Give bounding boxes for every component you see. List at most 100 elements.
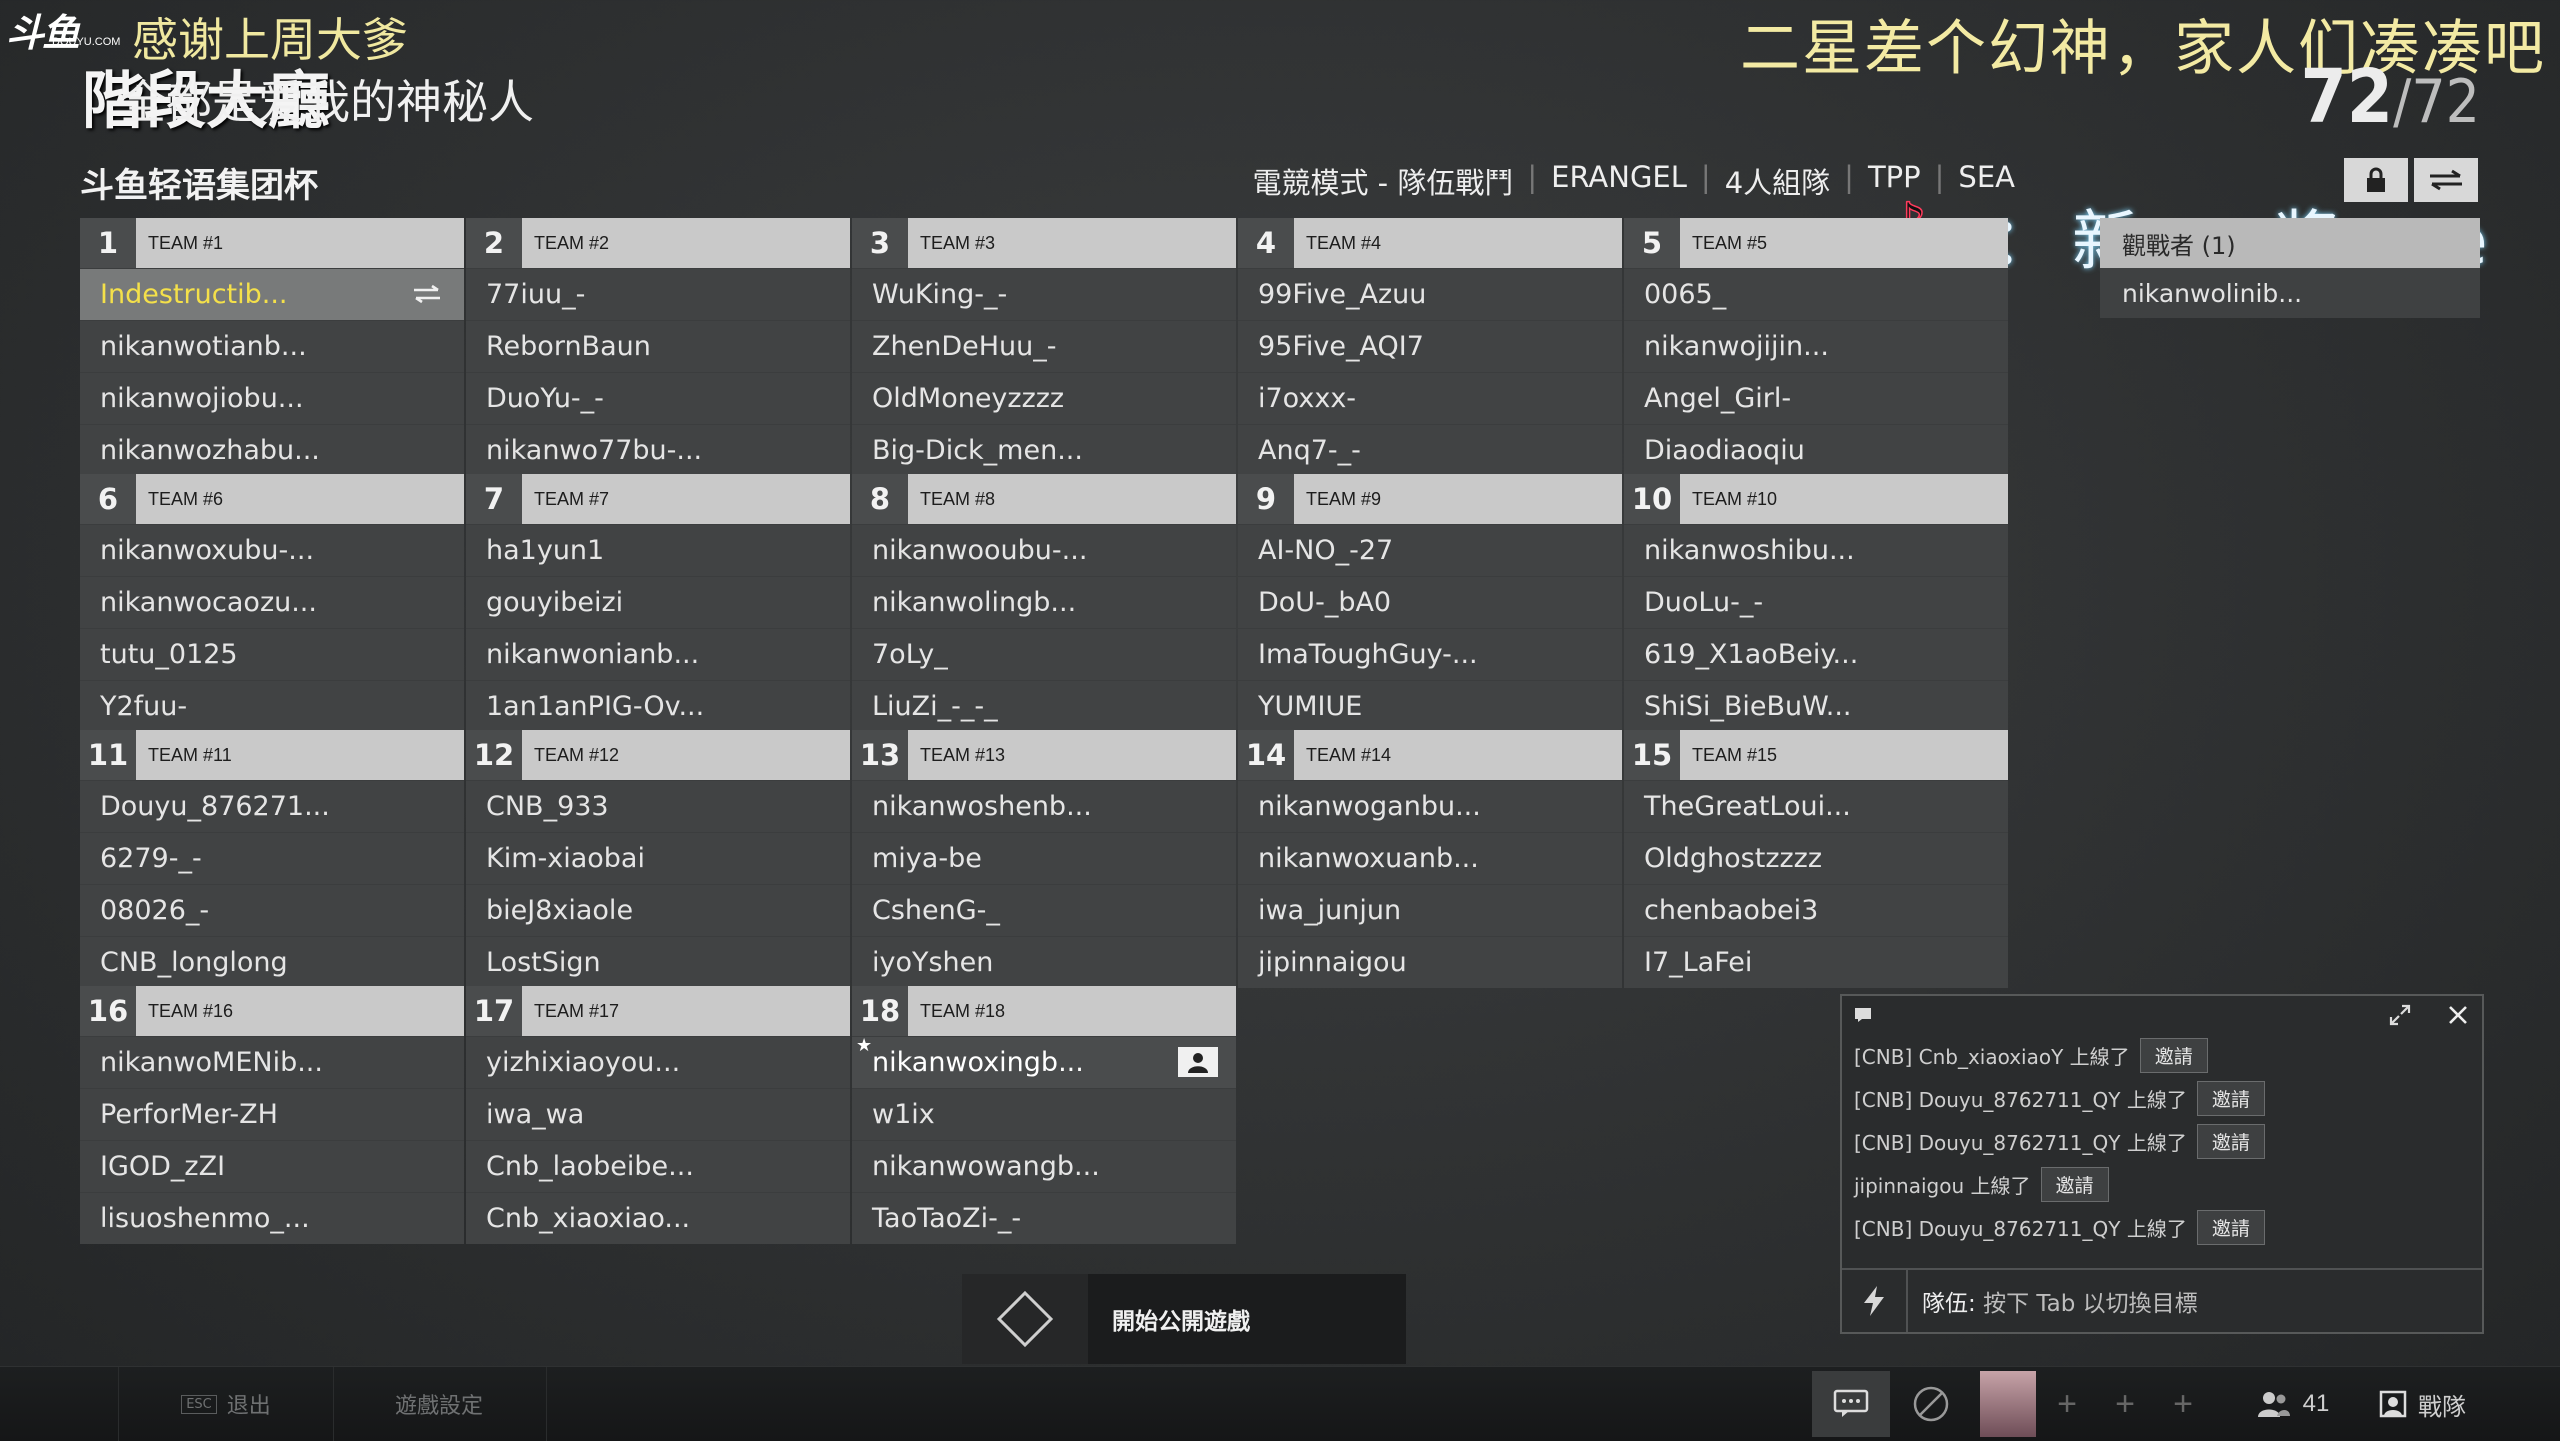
team-header[interactable]: 1 TEAM #1	[80, 218, 464, 268]
player-slot[interactable]: TaoTaoZi-_-	[852, 1192, 1236, 1244]
add-squad-slot-1[interactable]: +	[2040, 1371, 2094, 1437]
team-header[interactable]: 12 TEAM #12	[466, 730, 850, 780]
player-slot[interactable]: Cnb_xiaoxiao...	[466, 1192, 850, 1244]
player-slot[interactable]: 08026_-	[80, 884, 464, 936]
player-slot[interactable]: nikanwoshenb...	[852, 780, 1236, 832]
player-slot[interactable]: Y2fuu-	[80, 680, 464, 732]
player-slot[interactable]: LostSign	[466, 936, 850, 988]
player-slot[interactable]: lisuoshenmo_...	[80, 1192, 464, 1244]
player-slot[interactable]: 99Five_Azuu	[1238, 268, 1622, 320]
player-slot[interactable]: nikanwojijin...	[1624, 320, 2008, 372]
player-slot[interactable]: gouyibeizi	[466, 576, 850, 628]
player-slot[interactable]: miya-be	[852, 832, 1236, 884]
team-header[interactable]: 10 TEAM #10	[1624, 474, 2008, 524]
player-slot[interactable]: bieJ8xiaole	[466, 884, 850, 936]
player-slot[interactable]: ImaToughGuy-...	[1238, 628, 1622, 680]
friends-button[interactable]: 41	[2238, 1371, 2348, 1437]
exit-button[interactable]: ESC 退出	[118, 1367, 334, 1441]
player-slot[interactable]: jipinnaigou	[1238, 936, 1622, 988]
player-slot[interactable]: nikanwoshibu...	[1624, 524, 2008, 576]
player-slot[interactable]: Kim-xiaobai	[466, 832, 850, 884]
player-slot[interactable]: 7oLy_	[852, 628, 1236, 680]
player-slot[interactable]: Indestructib...	[80, 268, 464, 320]
add-squad-slot-3[interactable]: +	[2156, 1371, 2210, 1437]
player-slot[interactable]: nikanwowangb...	[852, 1140, 1236, 1192]
spectator-row[interactable]: nikanwolinib...	[2100, 268, 2480, 318]
team-header[interactable]: 15 TEAM #15	[1624, 730, 2008, 780]
player-slot[interactable]: DuoYu-_-	[466, 372, 850, 424]
spectator-header[interactable]: 觀戰者 (1)	[2100, 218, 2480, 268]
player-slot[interactable]: w1ix	[852, 1088, 1236, 1140]
player-slot[interactable]: nikanwoganbu...	[1238, 780, 1622, 832]
player-slot[interactable]: yizhixiaoyou...	[466, 1036, 850, 1088]
swap-team-icon[interactable]	[408, 279, 446, 309]
player-slot[interactable]: nikanwoxubu-...	[80, 524, 464, 576]
player-slot[interactable]: AI-NO_-27	[1238, 524, 1622, 576]
player-slot[interactable]: 0065_	[1624, 268, 2008, 320]
player-slot[interactable]: Angel_Girl-	[1624, 372, 2008, 424]
player-slot[interactable]: Oldghostzzzz	[1624, 832, 2008, 884]
chat-input[interactable]: 隊伍: 按下 Tab 以切換目標	[1842, 1268, 2482, 1332]
player-slot[interactable]: nikanwocaozu...	[80, 576, 464, 628]
player-slot[interactable]: I7_LaFei	[1624, 936, 2008, 988]
player-slot[interactable]: TheGreatLoui...	[1624, 780, 2008, 832]
player-slot[interactable]: 77iuu_-	[466, 268, 850, 320]
team-header[interactable]: 11 TEAM #11	[80, 730, 464, 780]
player-slot[interactable]: nikanwonianb...	[466, 628, 850, 680]
squad-button[interactable]: 戰隊	[2362, 1371, 2482, 1437]
invite-button[interactable]: 邀請	[2040, 1167, 2109, 1202]
player-slot[interactable]: iwa_wa	[466, 1088, 850, 1140]
player-slot[interactable]: Anq7-_-	[1238, 424, 1622, 476]
player-slot[interactable]: OldMoneyzzzz	[852, 372, 1236, 424]
team-header[interactable]: 14 TEAM #14	[1238, 730, 1622, 780]
close-icon[interactable]	[2446, 1003, 2470, 1027]
game-settings-button[interactable]: 遊戲設定	[332, 1367, 547, 1441]
player-slot[interactable]: CNB_longlong	[80, 936, 464, 988]
team-header[interactable]: 3 TEAM #3	[852, 218, 1236, 268]
player-slot[interactable]: nikanwoxuanb...	[1238, 832, 1622, 884]
player-slot[interactable]: i7oxxx-	[1238, 372, 1622, 424]
team-header[interactable]: 13 TEAM #13	[852, 730, 1236, 780]
team-header[interactable]: 18 TEAM #18	[852, 986, 1236, 1036]
player-slot[interactable]: 1an1anPIG-Ov...	[466, 680, 850, 732]
player-slot[interactable]: ha1yun1	[466, 524, 850, 576]
player-slot[interactable]: CNB_933	[466, 780, 850, 832]
team-header[interactable]: 4 TEAM #4	[1238, 218, 1622, 268]
player-slot[interactable]: nikanwozhabu...	[80, 424, 464, 476]
team-header[interactable]: 17 TEAM #17	[466, 986, 850, 1036]
player-slot[interactable]: 6279-_-	[80, 832, 464, 884]
player-slot[interactable]: Cnb_laobeibe...	[466, 1140, 850, 1192]
voice-button[interactable]	[1896, 1371, 1966, 1437]
expand-icon[interactable]	[2388, 1003, 2412, 1027]
player-slot[interactable]: YUMIUE	[1238, 680, 1622, 732]
team-header[interactable]: 8 TEAM #8	[852, 474, 1236, 524]
player-slot[interactable]: DuoLu-_-	[1624, 576, 2008, 628]
player-slot[interactable]: iyoYshen	[852, 936, 1236, 988]
player-slot[interactable]: Diaodiaoqiu	[1624, 424, 2008, 476]
player-slot[interactable]: IGOD_zZI	[80, 1140, 464, 1192]
chat-toggle-button[interactable]	[1812, 1371, 1890, 1437]
player-slot[interactable]: ZhenDeHuu_-	[852, 320, 1236, 372]
player-slot[interactable]: PerforMer-ZH	[80, 1088, 464, 1140]
player-slot[interactable]: ShiSi_BieBuW...	[1624, 680, 2008, 732]
player-slot[interactable]: nikanwoxingb... ★	[852, 1035, 1236, 1088]
team-header[interactable]: 6 TEAM #6	[80, 474, 464, 524]
player-slot[interactable]: 619_X1aoBeiy...	[1624, 628, 2008, 680]
avatar[interactable]	[1980, 1371, 2036, 1437]
invite-button[interactable]: 邀請	[2196, 1124, 2265, 1159]
team-header[interactable]: 2 TEAM #2	[466, 218, 850, 268]
player-slot[interactable]: RebornBaun	[466, 320, 850, 372]
player-slot[interactable]: DoU-_bA0	[1238, 576, 1622, 628]
player-slot[interactable]: nikanwooubu-...	[852, 524, 1236, 576]
player-slot[interactable]: iwa_junjun	[1238, 884, 1622, 936]
player-slot[interactable]: 95Five_AQI7	[1238, 320, 1622, 372]
invite-button[interactable]: 邀請	[2139, 1038, 2208, 1073]
player-slot[interactable]: nikanwolingb...	[852, 576, 1236, 628]
add-squad-slot-2[interactable]: +	[2098, 1371, 2152, 1437]
invite-button[interactable]: 邀請	[2196, 1210, 2265, 1245]
team-header[interactable]: 5 TEAM #5	[1624, 218, 2008, 268]
player-slot[interactable]: chenbaobei3	[1624, 884, 2008, 936]
player-slot[interactable]: nikanwo77bu-...	[466, 424, 850, 476]
player-slot[interactable]: nikanwotianb...	[80, 320, 464, 372]
player-slot[interactable]: nikanwoMENib...	[80, 1036, 464, 1088]
